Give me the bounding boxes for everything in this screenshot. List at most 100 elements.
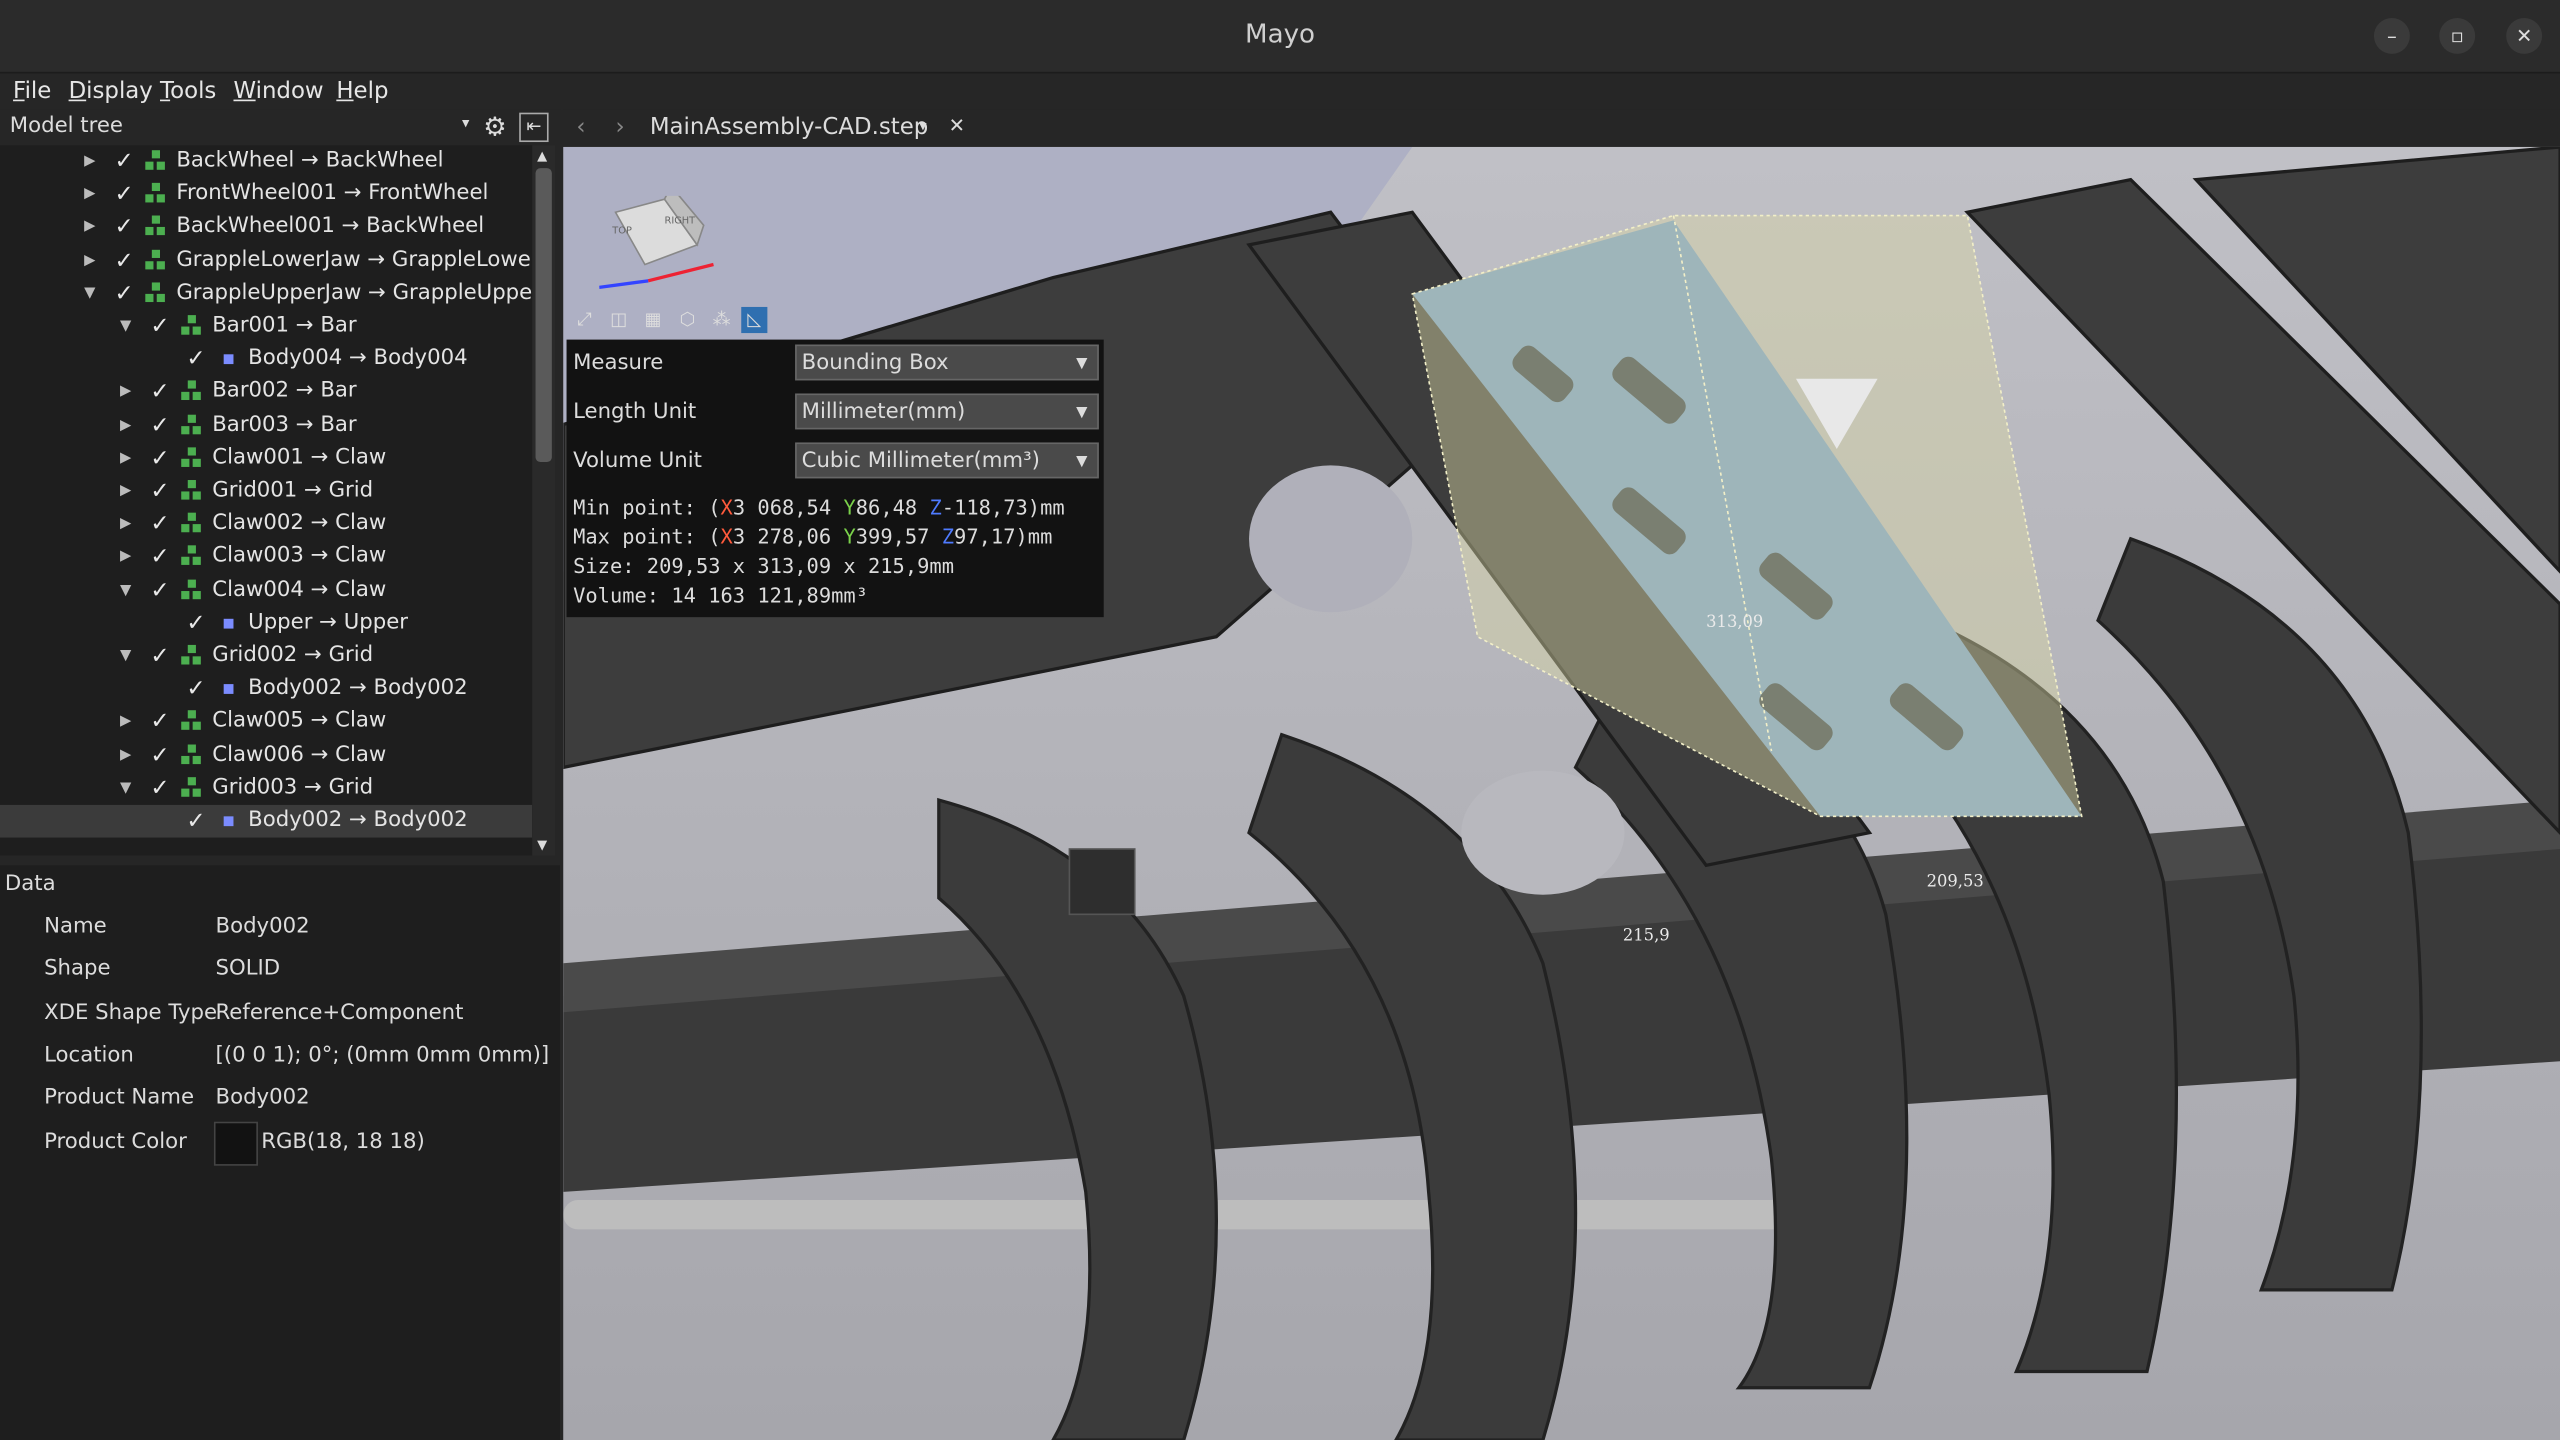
tree-item[interactable]: ▶ ✓ BackWheel → BackWheel <box>0 145 532 178</box>
tree-item[interactable]: ▼ ✓ Bar001 → Bar <box>0 310 532 343</box>
cube-icon[interactable]: ⬡ <box>674 307 700 333</box>
tree-scrollbar[interactable]: ▲ ▼ <box>532 145 556 856</box>
expand-right-icon[interactable]: ▶ <box>118 706 134 739</box>
menu-help[interactable]: Help <box>336 78 388 104</box>
expand-right-icon[interactable]: ▶ <box>118 739 134 772</box>
tree-item[interactable]: ▶ ✓ FrontWheel001 → FrontWheel <box>0 178 532 211</box>
volume-unit-value: Cubic Millimeter(mm³) <box>801 448 1040 474</box>
visibility-checkbox[interactable]: ✓ <box>114 277 134 310</box>
visibility-checkbox[interactable]: ✓ <box>150 475 170 508</box>
tree-item[interactable]: ▶ ✓ Bar003 → Bar <box>0 409 532 442</box>
gear-icon[interactable]: ⚙ <box>483 111 506 142</box>
visibility-checkbox[interactable]: ✓ <box>150 376 170 409</box>
tree-item[interactable]: ▼ ✓ Grid002 → Grid <box>0 640 532 673</box>
tree-item[interactable]: ▶ ✓ Claw002 → Claw <box>0 508 532 541</box>
tree-item[interactable]: ▶ ✓ Claw001 → Claw <box>0 442 532 475</box>
expand-right-icon[interactable]: ▶ <box>82 211 98 244</box>
visibility-checkbox[interactable]: ✓ <box>150 772 170 805</box>
expand-right-icon[interactable]: ▶ <box>118 409 134 442</box>
expand-right-icon[interactable]: ▶ <box>82 244 98 277</box>
expand-right-icon[interactable]: ▶ <box>118 541 134 574</box>
tree-item[interactable]: ✓ Body002 → Body002 <box>0 804 533 838</box>
visibility-checkbox[interactable]: ✓ <box>150 442 170 475</box>
scroll-down-icon[interactable]: ▼ <box>537 838 547 853</box>
expand-right-icon[interactable]: ▶ <box>118 508 134 541</box>
tree-item[interactable]: ▶ ✓ Grid001 → Grid <box>0 475 532 508</box>
expand-right-icon[interactable]: ▶ <box>82 145 98 178</box>
chevron-down-icon[interactable]: ▾ <box>919 119 926 135</box>
visibility-checkbox[interactable]: ✓ <box>114 244 134 277</box>
expand-down-icon[interactable]: ▼ <box>82 277 98 310</box>
close-icon[interactable]: ✕ <box>2506 17 2543 54</box>
visibility-checkbox[interactable]: ✓ <box>150 574 170 607</box>
visibility-checkbox[interactable]: ✓ <box>186 607 206 640</box>
measure-tool-icon[interactable]: ◺ <box>741 306 768 334</box>
expand-down-icon[interactable]: ▼ <box>118 574 134 607</box>
expand-right-icon[interactable]: ▶ <box>118 442 134 475</box>
menu-display[interactable]: Display <box>69 78 153 104</box>
measure-panel: Measure Bounding Box ▼ Length Unit Millim… <box>566 339 1104 618</box>
visibility-checkbox[interactable]: ✓ <box>186 805 206 838</box>
visibility-checkbox[interactable]: ✓ <box>150 640 170 673</box>
visibility-checkbox[interactable]: ✓ <box>186 673 206 706</box>
fit-view-icon[interactable]: ⤢ <box>571 307 597 333</box>
menu-window[interactable]: Window <box>233 78 323 104</box>
maximize-icon[interactable]: ▫ <box>2439 17 2476 54</box>
tree-item[interactable]: ▶ ✓ Claw005 → Claw <box>0 706 532 739</box>
visibility-checkbox[interactable]: ✓ <box>114 211 134 244</box>
expand-right-icon[interactable]: ▶ <box>82 178 98 211</box>
document-tab[interactable]: MainAssembly-CAD.step <box>650 114 929 140</box>
projection-icon[interactable]: ◫ <box>606 307 632 333</box>
minimize-icon[interactable]: – <box>2373 17 2410 54</box>
model-tree[interactable]: ▶ ✓ BackWheel → BackWheel ▶ ✓ FrontWheel001 →… <box>0 145 533 856</box>
tree-item[interactable]: ✓ Body002 → Body002 <box>0 673 532 706</box>
expand-down-icon[interactable]: ▼ <box>118 310 134 343</box>
visibility-checkbox[interactable]: ✓ <box>150 739 170 772</box>
tree-item[interactable]: ▼ ✓ Claw004 → Claw <box>0 574 532 607</box>
tree-item-label: Grid001 → Grid <box>212 478 374 503</box>
expand-right-icon[interactable]: ▶ <box>118 376 134 409</box>
nav-back-icon[interactable]: ‹ <box>576 114 585 140</box>
visibility-checkbox[interactable]: ✓ <box>150 541 170 574</box>
scroll-up-icon[interactable]: ▲ <box>537 149 547 164</box>
volume-unit-select[interactable]: Cubic Millimeter(mm³) ▼ <box>795 442 1099 479</box>
tree-item[interactable]: ▶ ✓ Claw003 → Claw <box>0 541 532 574</box>
tree-item[interactable]: ▼ ✓ GrappleUpperJaw → GrappleUppe <box>0 277 532 310</box>
length-unit-select[interactable]: Millimeter(mm) ▼ <box>795 393 1099 430</box>
expand-down-icon[interactable]: ▼ <box>118 772 134 805</box>
explode-icon[interactable]: ⁂ <box>709 307 735 333</box>
visibility-checkbox[interactable]: ✓ <box>150 508 170 541</box>
grid-icon[interactable]: ▦ <box>640 307 666 333</box>
visibility-checkbox[interactable]: ✓ <box>114 178 134 211</box>
menu-file[interactable]: File <box>13 78 51 104</box>
expand-down-icon[interactable]: ▼ <box>118 640 134 673</box>
expand-right-icon[interactable]: ▶ <box>118 475 134 508</box>
collapse-panel-icon[interactable]: ⇤ <box>519 112 549 143</box>
dimension-label-width: 209,53 <box>1926 873 1984 892</box>
close-tab-icon[interactable]: ✕ <box>949 114 965 137</box>
visibility-checkbox[interactable]: ✓ <box>150 409 170 442</box>
nav-forward-icon[interactable]: › <box>616 114 625 140</box>
tree-item[interactable]: ▶ ✓ Claw006 → Claw <box>0 739 532 772</box>
tree-item[interactable]: ▶ ✓ GrappleLowerJaw → GrappleLower <box>0 244 532 277</box>
visibility-checkbox[interactable]: ✓ <box>150 706 170 739</box>
assembly-icon <box>181 512 204 536</box>
chevron-down-icon[interactable]: ▾ <box>462 116 469 132</box>
chevron-down-icon: ▼ <box>1076 355 1088 373</box>
view-cube-right-label: RIGHT <box>664 215 696 227</box>
menu-tools[interactable]: Tools <box>160 78 216 104</box>
chevron-down-icon: ▼ <box>1076 453 1088 471</box>
scroll-thumb[interactable] <box>535 168 552 463</box>
view-cube[interactable]: TOP RIGHT <box>598 184 714 289</box>
tree-item[interactable]: ✓ Body004 → Body004 <box>0 343 532 376</box>
visibility-checkbox[interactable]: ✓ <box>150 310 170 343</box>
measure-select[interactable]: Bounding Box ▼ <box>795 344 1099 381</box>
visibility-checkbox[interactable]: ✓ <box>114 145 134 178</box>
tree-item[interactable]: ▶ ✓ Bar002 → Bar <box>0 376 532 409</box>
model-tree-selector[interactable]: Model tree <box>10 114 123 138</box>
visibility-checkbox[interactable]: ✓ <box>186 343 206 376</box>
tree-item[interactable]: ▶ ✓ BackWheel001 → BackWheel <box>0 211 532 244</box>
assembly-icon <box>181 743 204 767</box>
tree-item[interactable]: ▼ ✓ Grid003 → Grid <box>0 772 532 805</box>
tree-item[interactable]: ✓ Upper → Upper <box>0 607 532 640</box>
